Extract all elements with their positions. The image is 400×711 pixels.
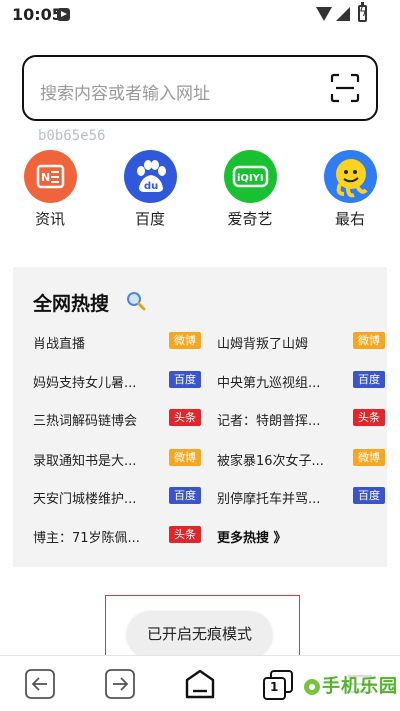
- hot-search-title: 全网热搜: [33, 293, 110, 315]
- hot-item-text: 博主：71岁陈佩...: [33, 531, 140, 546]
- home-icon[interactable]: [184, 668, 216, 700]
- hot-item-text: 天安门城楼维护...: [33, 492, 137, 507]
- back-arrow-icon[interactable]: [24, 668, 56, 700]
- hot-item-text: 妈妈支持女儿暑...: [33, 376, 137, 391]
- hot-item-text: 中央第九巡视组...: [217, 376, 321, 391]
- hot-item[interactable]: 妈妈支持女儿暑... 百度: [33, 369, 201, 393]
- hot-search-panel: 全网热搜 肖战直播 微博 山姆背叛了山姆 微博 妈妈支持女儿暑... 百度 中央…: [13, 267, 387, 567]
- hot-item-text: 别停摩托车并骂...: [217, 492, 321, 507]
- status-bar: 10:05: [0, 0, 400, 30]
- shortcut-news[interactable]: N 资讯: [15, 150, 85, 229]
- search-placeholder: 搜索内容或者输入网址: [40, 84, 210, 104]
- search-input[interactable]: 搜索内容或者输入网址: [22, 55, 378, 121]
- source-badge: 百度: [169, 371, 201, 388]
- battery-charging-icon: [358, 2, 367, 22]
- more-hot-search-link[interactable]: 更多热搜 》: [217, 527, 287, 546]
- source-badge: 百度: [353, 487, 385, 504]
- tabs-button[interactable]: 1: [262, 670, 294, 702]
- zuiyou-icon: [323, 150, 377, 203]
- hot-item-text: 肖战直播: [33, 337, 86, 352]
- hot-item[interactable]: 中央第九巡视组... 百度: [217, 369, 385, 393]
- incognito-toast: 已开启无痕模式: [127, 611, 272, 657]
- news-icon: N: [23, 150, 77, 203]
- device-id-label: b0b65e56: [38, 128, 106, 144]
- shortcut-label: 百度: [134, 210, 165, 228]
- hot-item[interactable]: 山姆背叛了山姆 微博: [217, 330, 385, 354]
- source-badge: 微博: [353, 449, 385, 466]
- iqiyi-icon: iQIYI: [223, 150, 277, 203]
- status-time: 10:05: [12, 5, 63, 24]
- hot-item[interactable]: 天安门城楼维护... 百度: [33, 485, 201, 509]
- wifi-icon: [316, 7, 332, 21]
- shortcut-grid: N 资讯 du 百度 iQIYI 爱奇艺 最右: [0, 150, 400, 230]
- source-badge: 头条: [169, 526, 201, 543]
- shortcut-label: 最右: [334, 210, 365, 228]
- shortcut-label: 爱奇艺: [227, 210, 273, 228]
- svg-text:N: N: [41, 171, 50, 184]
- tab-count: 1: [270, 680, 279, 694]
- hot-item-text: 三热词解码链博会: [33, 414, 138, 429]
- hot-item-text: 记者：特朗普挥...: [217, 414, 321, 429]
- source-badge: 微博: [169, 332, 201, 349]
- source-badge: 微博: [169, 449, 201, 466]
- shortcut-iqiyi[interactable]: iQIYI 爱奇艺: [215, 150, 285, 229]
- source-badge: 百度: [353, 371, 385, 388]
- forward-arrow-icon[interactable]: [104, 668, 136, 700]
- svg-text:du: du: [144, 181, 158, 192]
- source-badge: 百度: [169, 487, 201, 504]
- hot-item[interactable]: 三热词解码链博会 头条: [33, 407, 201, 431]
- shortcut-zuiyou[interactable]: 最右: [315, 150, 385, 229]
- scan-icon[interactable]: [330, 73, 360, 103]
- hot-item-text: 录取通知书是大...: [33, 454, 137, 469]
- hot-item[interactable]: 录取通知书是大... 微博: [33, 447, 201, 471]
- source-badge: 微博: [353, 332, 385, 349]
- svg-text:iQIYI: iQIYI: [237, 173, 264, 184]
- hot-item[interactable]: 记者：特朗普挥... 头条: [217, 407, 385, 431]
- hot-item[interactable]: 博主：71岁陈佩... 头条: [33, 524, 201, 548]
- play-store-notification-icon: [57, 8, 70, 21]
- shortcut-baidu[interactable]: du 百度: [115, 150, 185, 229]
- hot-item-text: 被家暴16次女子...: [217, 454, 324, 469]
- signal-icon: [336, 7, 350, 21]
- hot-item-text: 山姆背叛了山姆: [217, 337, 309, 352]
- source-badge: 头条: [353, 409, 385, 426]
- hot-item[interactable]: 肖战直播 微博: [33, 330, 201, 354]
- baidu-icon: du: [123, 150, 177, 203]
- hot-item[interactable]: 被家暴16次女子... 微博: [217, 447, 385, 471]
- source-badge: 头条: [169, 409, 201, 426]
- magnifier-icon: [127, 292, 146, 311]
- watermark-text: 手机乐园: [322, 676, 398, 697]
- hot-item[interactable]: 别停摩托车并骂... 百度: [217, 485, 385, 509]
- shortcut-label: 资讯: [34, 210, 65, 228]
